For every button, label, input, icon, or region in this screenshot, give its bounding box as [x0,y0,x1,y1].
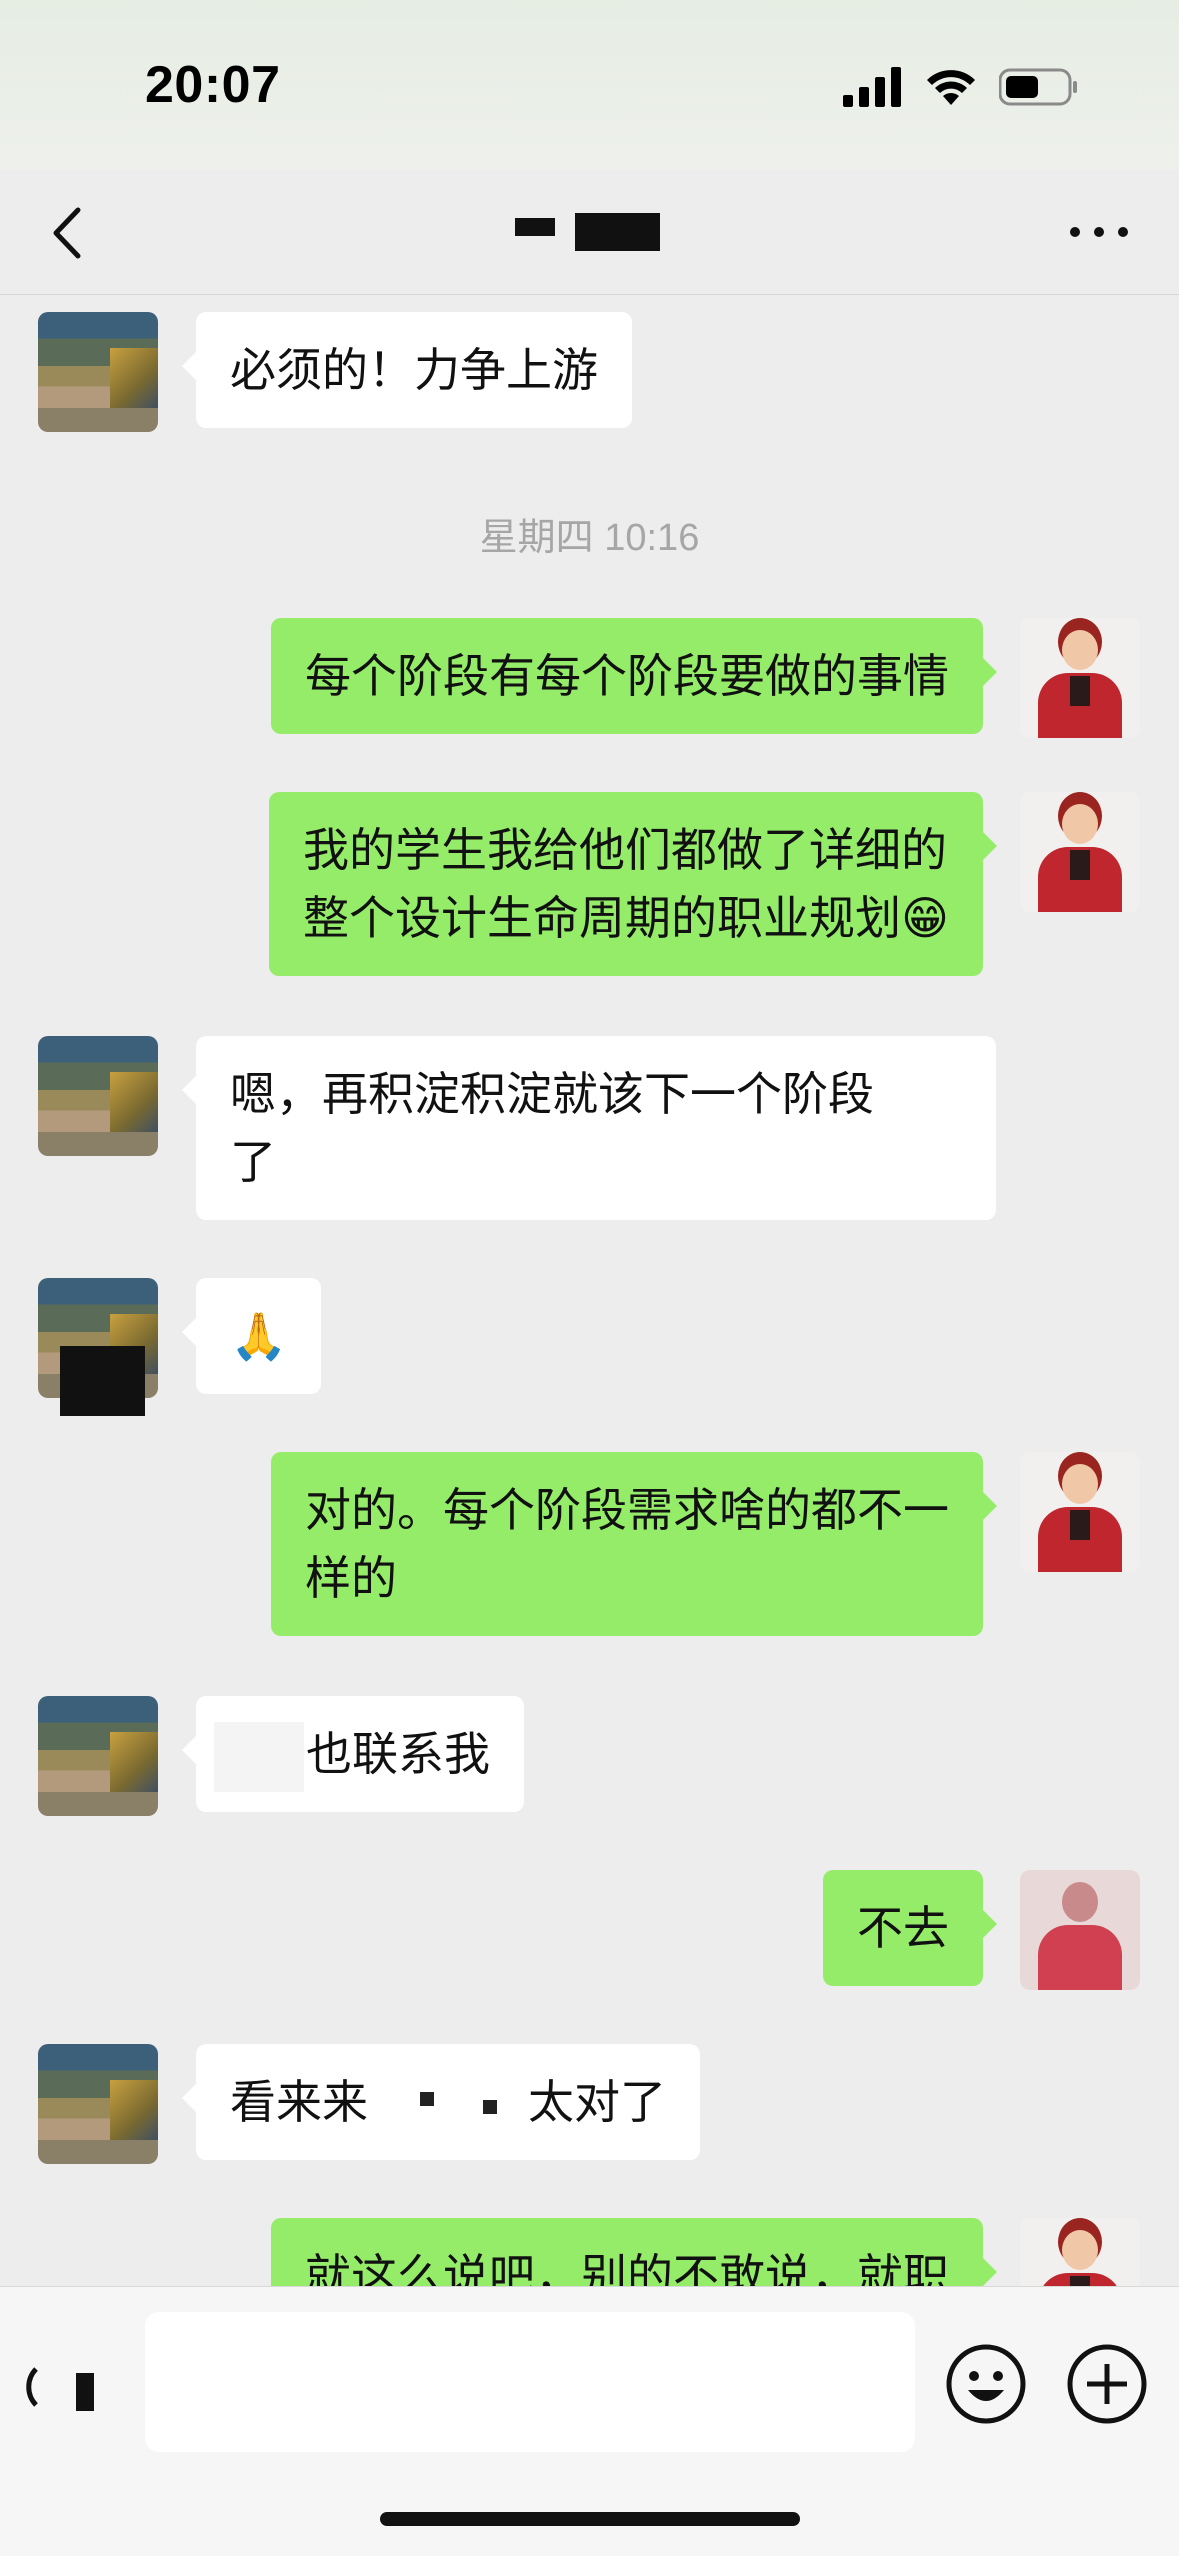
wifi-icon [927,70,975,105]
plus-icon[interactable] [1065,2342,1149,2426]
message-text: 每个阶段有每个阶段要做的事情 [305,649,949,703]
message-bubble[interactable]: 也联系我 [182,1696,524,1812]
avatar[interactable] [38,2044,158,2164]
message-bubble[interactable]: 对的。每个阶段需求啥的都不一 样的 [271,1452,997,1636]
message-bubble[interactable]: 🙏 [181,1278,322,1394]
nav-bar [0,170,1179,295]
message-text: 也联系我 [306,1727,490,1781]
avatar[interactable] [1020,1870,1140,1990]
message-bubble[interactable]: 看来来 太对了 [182,2044,700,2160]
message-text: 不去 [857,1901,949,1955]
message-input[interactable] [145,2312,915,2452]
message-text-line: 样的 [305,1551,397,1605]
home-indicator [380,2512,800,2526]
redacted-title [515,218,555,236]
message-text-line: 了 [230,1135,276,1189]
message-bubble[interactable]: 不去 [823,1870,997,1986]
redacted-block [60,1346,145,1416]
message-text: 看来来 [230,2075,368,2129]
message-text: 太对了 [528,2075,666,2129]
avatar[interactable] [1020,2218,1140,2286]
message-text-line: 我的学生我给他们都做了详细的 [303,823,948,877]
avatar[interactable] [1020,1452,1140,1572]
chat-area[interactable]: 必须的！力争上游 星期四 10:16 每个阶段有每个阶段要做的事情 我的学生我给… [0,296,1179,2286]
chat-title [500,208,680,258]
back-icon[interactable] [40,198,100,268]
signal-icon [843,67,901,107]
timestamp: 星期四 10:16 [479,517,700,559]
avatar[interactable] [1020,792,1140,912]
message-bubble[interactable]: 每个阶段有每个阶段要做的事情 [271,618,997,734]
avatar[interactable] [38,1696,158,1816]
avatar[interactable] [1020,618,1140,738]
avatar[interactable] [38,1036,158,1156]
status-icons [843,62,1079,112]
message-text: 就这么说吧，别的不敢说，就职 [305,2249,949,2286]
message-bubble[interactable]: 必须的！力争上游 [182,312,632,428]
message-emoji: 🙏 [230,1309,288,1363]
message-text-line: 对的。每个阶段需求啥的都不一 [305,1483,949,1537]
status-bar: 20:07 [0,0,1179,170]
message-bubble[interactable]: 我的学生我给他们都做了详细的 整个设计生命周期的职业规划😁 [269,792,997,976]
more-icon[interactable] [1059,212,1139,252]
message-text: 必须的！力争上游 [230,343,598,397]
redacted-text [214,1722,304,1792]
message-text-line: 整个设计生命周期的职业规划😁 [303,891,949,945]
message-bubble[interactable]: 就这么说吧，别的不敢说，就职 [271,2218,997,2286]
message-bubble[interactable]: 嗯，再积淀积淀就该下一个阶段 了 [182,1036,996,1220]
message-text-line: 嗯，再积淀积淀就该下一个阶段 [230,1067,874,1121]
voice-icon[interactable] [22,2347,102,2427]
avatar[interactable] [38,312,158,432]
redacted-title-block [575,213,660,251]
status-time: 20:07 [145,56,281,114]
redacted-text [368,2077,528,2138]
battery-icon [999,68,1077,106]
emoji-icon[interactable] [944,2342,1028,2426]
